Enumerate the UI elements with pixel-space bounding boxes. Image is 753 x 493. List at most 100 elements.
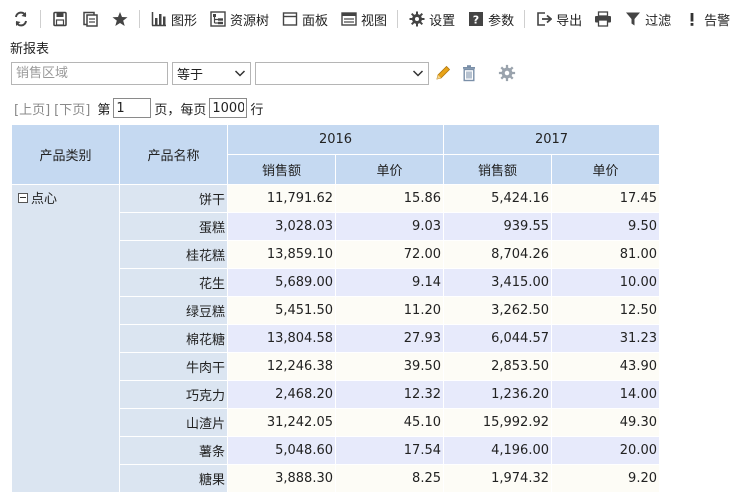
sales-2016-cell: 5,451.50 — [227, 296, 336, 325]
view-button[interactable]: 视图 — [334, 7, 393, 31]
filter-value-select[interactable] — [255, 61, 429, 85]
price-2017-cell: 12.50 — [551, 296, 660, 325]
category-cell: 点心 — [11, 184, 120, 493]
sales-2017-cell: 3,415.00 — [443, 268, 552, 297]
print-icon — [594, 10, 612, 28]
report-table: 产品类别 产品名称 2016 2017 销售额 单价 销售额 单价 点心 饼干 … — [11, 124, 660, 493]
favorite-star-icon — [111, 10, 129, 28]
filter-field-input[interactable] — [11, 61, 168, 85]
filter-funnel-icon — [624, 10, 642, 28]
header-product[interactable]: 产品名称 — [119, 124, 228, 185]
report-title: 新报表 — [10, 42, 50, 57]
favorite-button[interactable] — [105, 7, 135, 31]
header-sales-2017[interactable]: 销售额 — [443, 154, 552, 185]
price-2017-cell: 14.00 — [551, 380, 660, 409]
chevron-down-icon — [234, 67, 246, 79]
price-2016-cell: 8.25 — [335, 464, 444, 493]
view-label: 视图 — [361, 13, 388, 29]
price-2017-cell: 20.00 — [551, 436, 660, 465]
page-prefix-label: 第 — [97, 102, 111, 118]
product-name-cell: 桂花糕 — [119, 240, 228, 269]
prev-page-link[interactable]: [上页] — [14, 99, 50, 118]
sales-2017-cell: 939.55 — [443, 212, 552, 241]
filter-operator-value: 等于 — [177, 67, 204, 83]
table-row: 点心 饼干 11,791.62 15.86 5,424.16 17.45 — [11, 184, 660, 493]
toolbar-divider — [40, 10, 41, 28]
sales-2016-cell: 5,689.00 — [227, 268, 336, 297]
chart-button[interactable]: 图形 — [144, 7, 203, 31]
sales-2017-cell: 15,992.92 — [443, 408, 552, 437]
price-2016-cell: 27.93 — [335, 324, 444, 353]
page-number-input[interactable] — [113, 98, 152, 118]
collapse-minus-icon[interactable] — [18, 192, 28, 203]
header-price-2016[interactable]: 单价 — [335, 154, 444, 185]
sales-2016-cell: 31,242.05 — [227, 408, 336, 437]
price-2016-cell: 39.50 — [335, 352, 444, 381]
trash-icon[interactable] — [459, 63, 479, 83]
header-price-2017[interactable]: 单价 — [551, 154, 660, 185]
toolbar-divider — [397, 10, 399, 28]
save-as-icon — [81, 10, 99, 28]
alert-label: 告警 — [704, 13, 731, 29]
refresh-button[interactable] — [6, 7, 36, 31]
save-as-button[interactable] — [75, 7, 105, 31]
sales-2017-cell: 3,262.50 — [443, 296, 552, 325]
sales-2017-cell: 1,236.20 — [443, 380, 552, 409]
sales-2017-cell: 1,974.32 — [443, 464, 552, 493]
product-name-cell: 绿豆糕 — [119, 296, 228, 325]
product-name-cell: 花生 — [119, 268, 228, 297]
price-2017-cell: 9.50 — [551, 212, 660, 241]
resource-tree-icon — [209, 10, 227, 28]
price-2016-cell: 72.00 — [335, 240, 444, 269]
sales-2017-cell: 8,704.26 — [443, 240, 552, 269]
gear-icon — [408, 10, 426, 28]
price-2017-cell: 17.45 — [551, 184, 660, 213]
price-2016-cell: 15.86 — [335, 184, 444, 213]
price-2017-cell: 43.90 — [551, 352, 660, 381]
product-name-cell: 巧克力 — [119, 380, 228, 409]
sales-2016-cell: 11,791.62 — [227, 184, 336, 213]
price-2016-cell: 12.32 — [335, 380, 444, 409]
sales-2017-cell: 4,196.00 — [443, 436, 552, 465]
sales-2016-cell: 12,246.38 — [227, 352, 336, 381]
filter-operator-select[interactable]: 等于 — [172, 61, 251, 85]
print-button[interactable] — [588, 7, 618, 31]
product-name-cell: 牛肉干 — [119, 352, 228, 381]
page-size-input[interactable] — [209, 98, 248, 118]
price-2016-cell: 17.54 — [335, 436, 444, 465]
price-2017-cell: 9.20 — [551, 464, 660, 493]
settings-button[interactable]: 设置 — [402, 7, 461, 31]
panel-label: 面板 — [302, 13, 329, 29]
toolbar-divider — [524, 10, 526, 28]
product-name-cell: 饼干 — [119, 184, 228, 213]
save-button[interactable] — [45, 7, 75, 31]
product-name-cell: 薯条 — [119, 436, 228, 465]
resource-tree-button[interactable]: 资源树 — [203, 7, 275, 31]
product-name-cell: 山渣片 — [119, 408, 228, 437]
price-2017-cell: 31.23 — [551, 324, 660, 353]
header-sales-2016[interactable]: 销售额 — [227, 154, 336, 185]
refresh-icon — [12, 10, 30, 28]
export-button[interactable]: 导出 — [529, 7, 588, 31]
sales-2017-cell: 6,044.57 — [443, 324, 552, 353]
chevron-down-icon — [412, 67, 424, 79]
price-2017-cell: 10.00 — [551, 268, 660, 297]
product-name-cell: 棉花糖 — [119, 324, 228, 353]
price-2016-cell: 45.10 — [335, 408, 444, 437]
filter-button[interactable]: 过滤 — [618, 7, 677, 31]
view-icon — [340, 10, 358, 28]
header-year-2016[interactable]: 2016 — [227, 124, 444, 155]
product-name-cell: 蛋糕 — [119, 212, 228, 241]
pencil-icon[interactable] — [433, 63, 453, 83]
params-button[interactable]: ? 参数 — [461, 7, 520, 31]
export-label: 导出 — [556, 13, 583, 29]
chart-label: 图形 — [171, 13, 198, 29]
next-page-link[interactable]: [下页] — [54, 99, 90, 118]
alert-button[interactable]: 告警 — [677, 7, 736, 31]
filter-settings-gear-icon[interactable] — [497, 63, 517, 83]
panel-button[interactable]: 面板 — [275, 7, 334, 31]
sales-2016-cell: 3,028.03 — [227, 212, 336, 241]
header-category[interactable]: 产品类别 — [11, 124, 120, 185]
header-year-2017[interactable]: 2017 — [443, 124, 660, 155]
help-icon: ? — [467, 10, 485, 28]
